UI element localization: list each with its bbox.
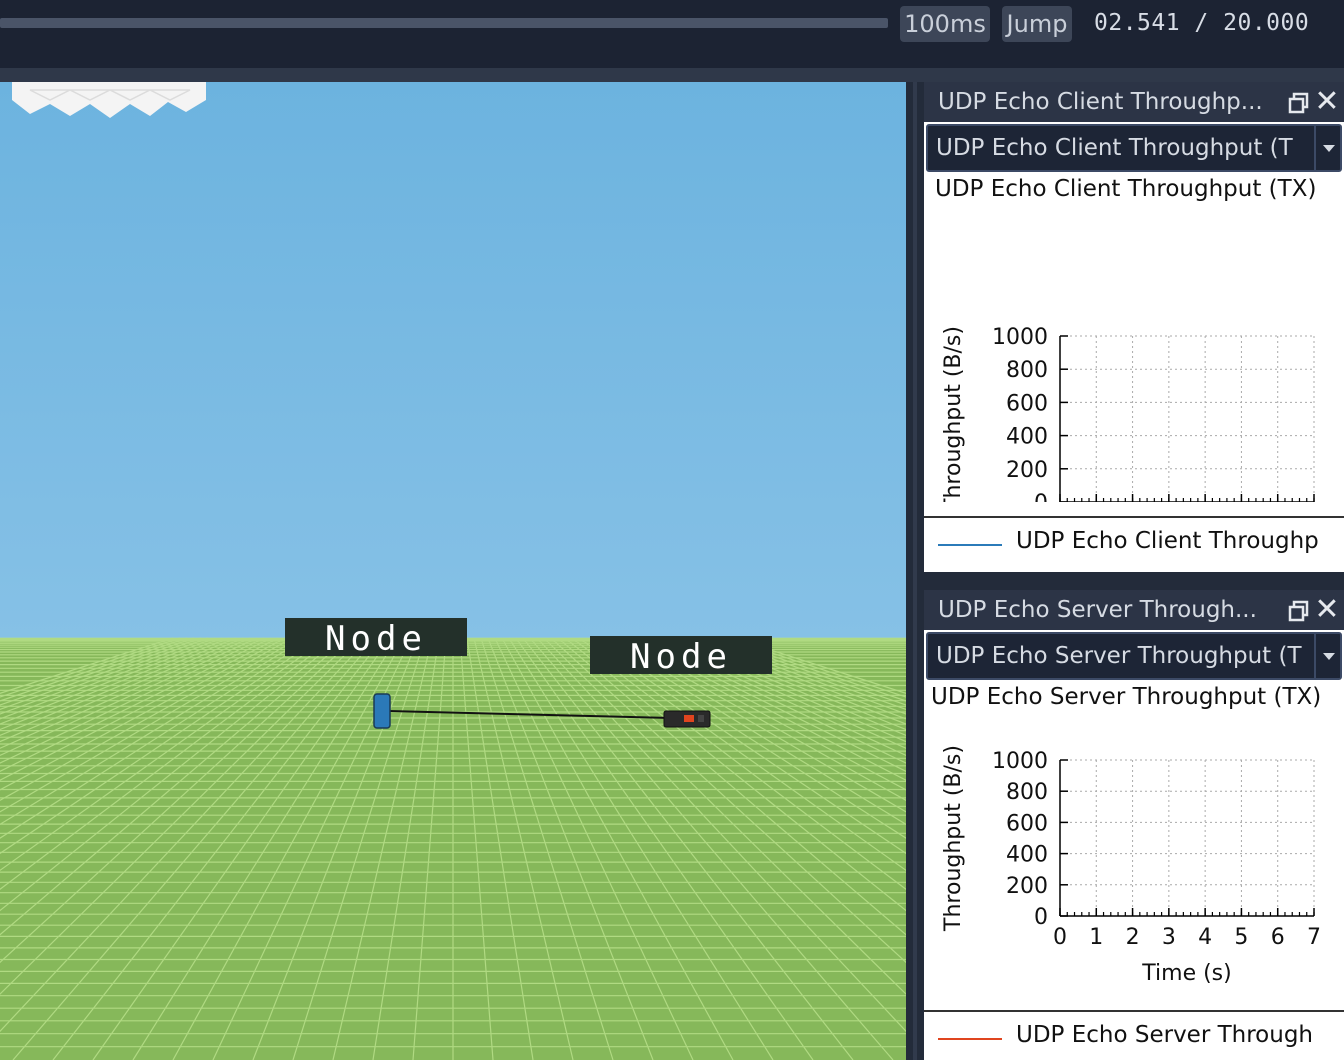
series-select-value: UDP Echo Client Throughput (T [936,135,1293,161]
top-toolbar: 100ms Jump 02.541 / 20.000 [0,0,1344,68]
y-tick-label: 400 [1006,843,1048,868]
x-tick-label: 2 [1126,925,1140,950]
restore-icon[interactable] [1288,92,1310,114]
restore-icon[interactable] [1288,600,1310,622]
panel-splitter[interactable] [906,82,924,1060]
throughput-chart: 0123456702004006008001000Time (s)Through… [941,745,1321,986]
time-readout: 02.541 / 20.000 [1094,10,1310,36]
x-tick-label: 1 [1089,925,1103,950]
series-select-value: UDP Echo Server Throughput (T [936,643,1302,669]
node-label-text: Node [630,637,732,677]
plot-title: UDP Echo Server Throughput (TX) [931,684,1322,710]
y-tick-label: 600 [1006,811,1048,836]
x-tick-label: 4 [1198,925,1212,950]
close-icon[interactable]: ✕ [1314,595,1340,625]
throughput-chart: 0123456702004006008001000Time (s)Through… [941,325,1315,502]
y-tick-label: 800 [1006,780,1048,805]
node-router-icon[interactable] [663,710,711,728]
y-tick-label: 800 [1006,358,1048,383]
node-phone-icon[interactable] [373,693,391,729]
x-tick-label: 6 [1271,925,1285,950]
panel-title[interactable]: UDP Echo Client Throughp... [924,82,1344,122]
chevron-down-icon[interactable] [1314,634,1340,678]
panel-divider [924,572,1344,590]
node-label-2: Node [590,636,772,677]
node-label-1: Node [285,618,467,659]
y-tick-label: 400 [1006,425,1048,450]
y-tick-label: 0 [1034,905,1048,930]
legend-label: UDP Echo Server Through [1016,1022,1314,1048]
node-label-text: Node [325,619,427,659]
chart-legend: UDP Echo Server Through [924,1010,1344,1060]
y-tick-label: 1000 [992,325,1048,350]
legend-swatch [938,1038,1002,1040]
series-select[interactable]: UDP Echo Client Throughput (T [926,124,1342,172]
chevron-down-icon[interactable] [1314,126,1340,170]
plot-title: UDP Echo Client Throughput (TX) [935,176,1317,202]
y-tick-label: 600 [1006,391,1048,416]
panel-title[interactable]: UDP Echo Server Through... [924,590,1344,630]
toolbar-divider [0,68,1344,82]
y-tick-label: 200 [1006,458,1048,483]
panel-controls: ✕ [1284,82,1344,122]
sky [0,82,906,640]
x-tick-label: 5 [1234,925,1248,950]
close-icon[interactable]: ✕ [1314,87,1340,117]
x-tick-label: 7 [1307,925,1321,950]
x-axis-label: Time (s) [1141,961,1231,986]
y-axis-label: Throughput (B/s) [941,745,966,932]
y-tick-label: 0 [1034,491,1048,502]
scene-canvas[interactable]: Node Node [0,82,906,1060]
series-select[interactable]: UDP Echo Server Throughput (T [926,632,1342,680]
legend-label: UDP Echo Client Throughp [1016,528,1319,554]
jump-button[interactable]: Jump [1002,6,1072,42]
client-throughput-panel: UDP Echo Client Throughp... ✕ UDP Echo C… [924,82,1344,572]
x-tick-label: 0 [1053,925,1067,950]
panel-controls: ✕ [1284,590,1344,630]
timeline-slider[interactable] [0,18,888,28]
y-axis-label: Throughput (B/s) [941,326,966,502]
x-tick-label: 3 [1162,925,1176,950]
y-tick-label: 200 [1006,874,1048,899]
scene-viewport[interactable]: Node Node [0,82,906,1060]
chart-legend: UDP Echo Client Throughp [924,516,1344,572]
server-throughput-panel: UDP Echo Server Through... ✕ UDP Echo Se… [924,590,1344,1060]
legend-swatch [938,544,1002,546]
y-tick-label: 1000 [992,749,1048,774]
step-size-button[interactable]: 100ms [900,6,990,42]
